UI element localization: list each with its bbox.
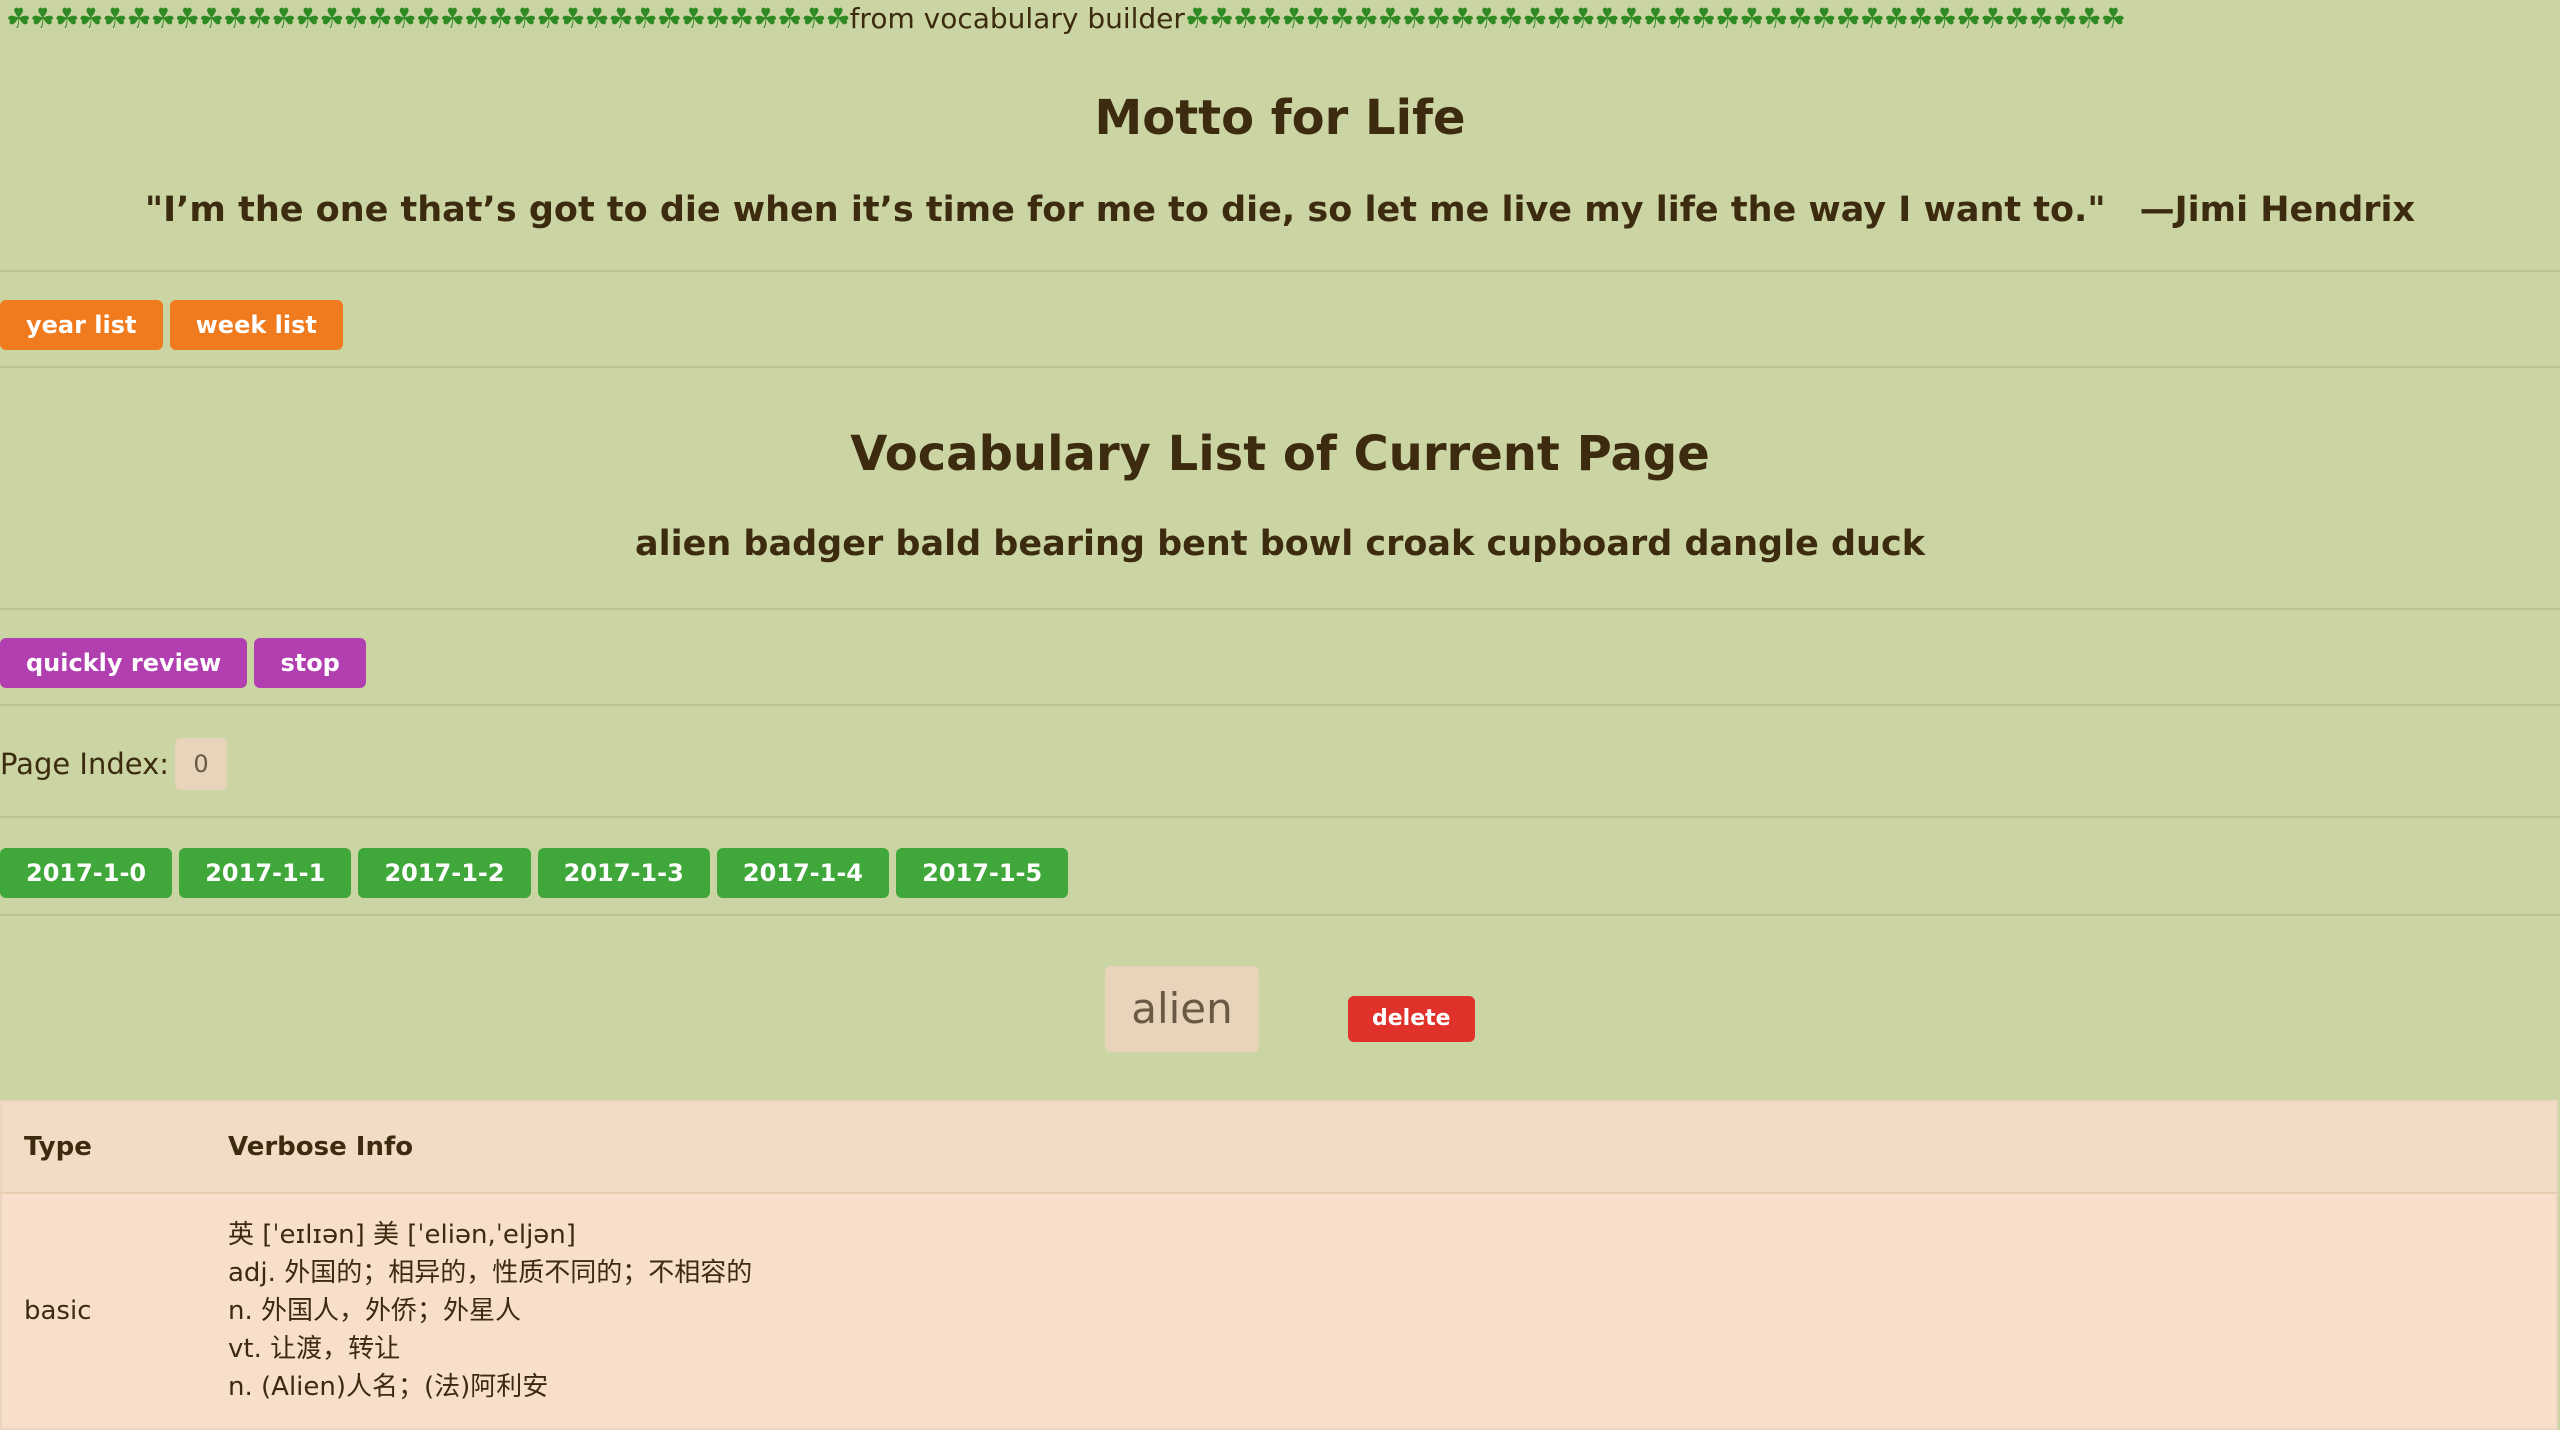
page-index-row: Page Index: 0 <box>0 706 2560 818</box>
stop-button[interactable]: stop <box>254 638 366 688</box>
motto-quote: "I’m the one that’s got to die when it’s… <box>144 190 2106 230</box>
list-buttons-row: year list week list <box>0 272 2560 368</box>
current-word-row: alien delete <box>0 916 2560 1096</box>
word-info-table: Type Verbose Info basic 英 [ˈeɪlɪən] 美 [ˈ… <box>0 1100 2558 1430</box>
date-button-2017-1-5[interactable]: 2017-1-5 <box>896 848 1069 898</box>
vocab-title: Vocabulary List of Current Page <box>850 426 1710 482</box>
date-button-2017-1-3[interactable]: 2017-1-3 <box>537 848 710 898</box>
vocab-section: Vocabulary List of Current Page alien ba… <box>0 368 2560 610</box>
motto-section: Motto for Life "I’m the one that’s got t… <box>0 38 2560 272</box>
definition-line: vt. 让渡，转让 <box>228 1334 401 1364</box>
review-buttons-row: quickly review stop <box>0 610 2560 706</box>
table-header-row: Type Verbose Info <box>1 1101 2557 1194</box>
table-row: basic 英 [ˈeɪlɪən] 美 [ˈeliən,ˈeljən] adj.… <box>1 1193 2557 1429</box>
date-button-2017-1-0[interactable]: 2017-1-0 <box>0 848 173 898</box>
delete-button[interactable]: delete <box>1348 996 1475 1042</box>
column-header-type: Type <box>1 1101 206 1194</box>
clover-icon-row-left: ☘☘☘☘☘☘☘☘☘☘☘☘☘☘☘☘☘☘☘☘☘☘☘☘☘☘☘☘☘☘☘☘☘☘☘ <box>6 2 851 35</box>
date-button-2017-1-4[interactable]: 2017-1-4 <box>716 848 889 898</box>
date-buttons-row: 2017-1-0 2017-1-1 2017-1-2 2017-1-3 2017… <box>0 818 2560 916</box>
motto-title: Motto for Life <box>1094 90 1466 146</box>
motto-author: —Jimi Hendrix <box>2139 190 2416 230</box>
phonetic-line: 英 [ˈeɪlɪən] 美 [ˈeliən,ˈeljən] <box>228 1220 576 1250</box>
definition-line: n. 外国人，外侨；外星人 <box>228 1296 522 1326</box>
page-index-label: Page Index: <box>0 747 170 781</box>
clover-icon-row-right: ☘☘☘☘☘☘☘☘☘☘☘☘☘☘☘☘☘☘☘☘☘☘☘☘☘☘☘☘☘☘☘☘☘☘☘☘☘☘☘ <box>1184 2 2126 35</box>
top-banner: ☘☘☘☘☘☘☘☘☘☘☘☘☘☘☘☘☘☘☘☘☘☘☘☘☘☘☘☘☘☘☘☘☘☘☘from … <box>0 0 2560 38</box>
date-button-2017-1-2[interactable]: 2017-1-2 <box>358 848 531 898</box>
quickly-review-button[interactable]: quickly review <box>0 638 248 688</box>
week-list-button[interactable]: week list <box>169 300 343 350</box>
date-button-2017-1-1[interactable]: 2017-1-1 <box>179 848 352 898</box>
definition-line: adj. 外国的；相异的，性质不同的；不相容的 <box>228 1258 753 1288</box>
definition-line: n. (Alien)人名；(法)阿利安 <box>228 1372 549 1402</box>
banner-text: from vocabulary builder <box>849 2 1185 35</box>
motto-quote-line: "I’m the one that’s got to die when it’s… <box>0 190 2560 230</box>
page-index-value[interactable]: 0 <box>175 738 228 790</box>
type-cell: basic <box>1 1193 206 1429</box>
verbose-info-cell: 英 [ˈeɪlɪən] 美 [ˈeliən,ˈeljən] adj. 外国的；相… <box>206 1193 2557 1429</box>
year-list-button[interactable]: year list <box>0 300 163 350</box>
column-header-verbose-info: Verbose Info <box>206 1101 2557 1194</box>
current-word[interactable]: alien <box>1105 966 1259 1052</box>
vocab-word-list: alien badger bald bearing bent bowl croa… <box>634 524 1925 564</box>
